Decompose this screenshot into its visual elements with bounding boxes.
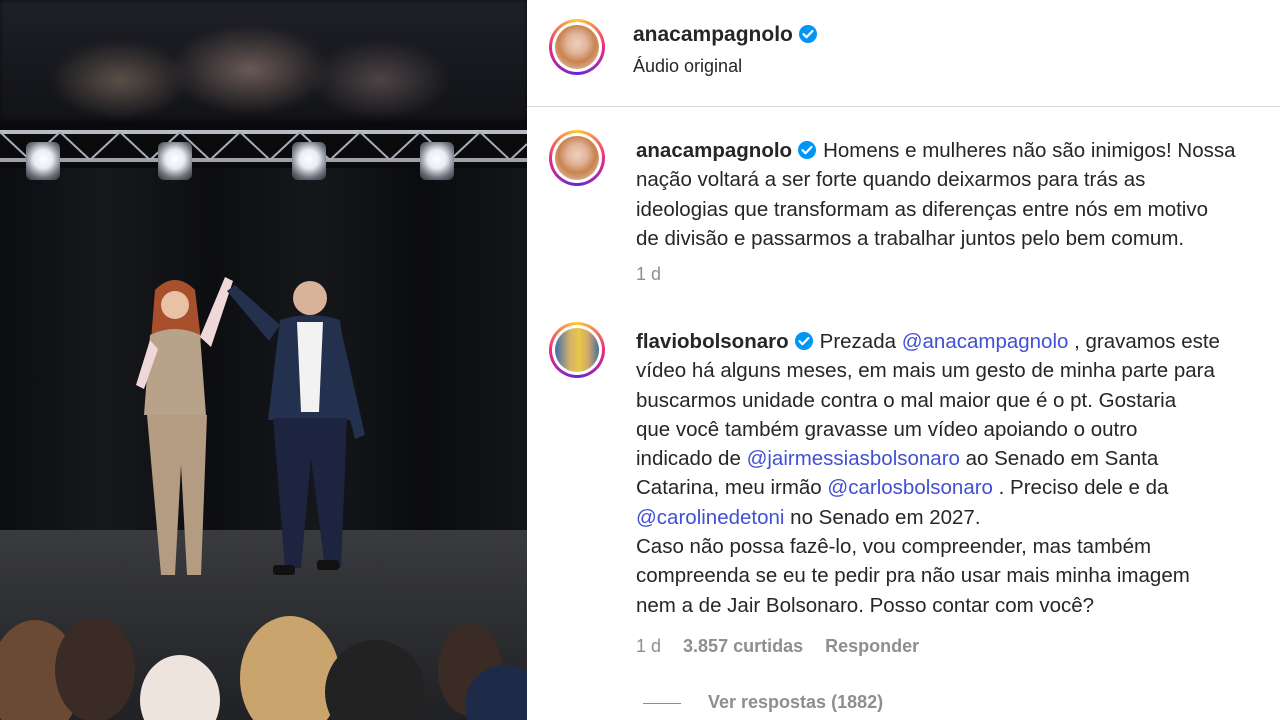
- comment-text: Prezada: [819, 330, 902, 353]
- comment-text-line: buscarmos unidade contra o mal maior que…: [636, 388, 1177, 412]
- comment-text-line: Caso não possa fazê-lo, vou compreender,…: [636, 535, 1152, 559]
- audio-label[interactable]: Áudio original: [633, 56, 742, 77]
- comment-text-line: que você também gravasse um vídeo apoian…: [636, 417, 1138, 441]
- comment-text: indicado de: [636, 447, 747, 471]
- likes-count[interactable]: 3.857 curtidas: [683, 636, 803, 656]
- reply-button[interactable]: Responder: [825, 636, 919, 656]
- comment-username[interactable]: anacampagnolo: [636, 139, 792, 162]
- verified-badge-icon: [794, 332, 813, 350]
- woman-figure: [136, 277, 233, 575]
- comment-time[interactable]: 1 d: [636, 636, 661, 656]
- verified-badge-icon: [798, 25, 817, 43]
- verified-badge-icon: [798, 141, 817, 159]
- comment-text: . Preciso dele e da: [992, 476, 1169, 500]
- mention-link[interactable]: @jairmessiasbolsonaro: [747, 447, 960, 470]
- comment-text-line: vídeo há alguns meses, em mais um gesto …: [636, 359, 1215, 383]
- comment-text-line: Homens e mulheres não são inimigos! Noss…: [823, 139, 1236, 162]
- blurred-background: [0, 0, 527, 120]
- stage-light: [26, 142, 60, 180]
- comment-text: , gravamos este: [1068, 330, 1220, 353]
- stage-light: [420, 142, 454, 180]
- view-replies-button[interactable]: Ver respostas (1882): [708, 692, 883, 713]
- stage-light: [158, 142, 192, 180]
- comment-meta: 1 d: [636, 264, 661, 285]
- header-username[interactable]: anacampagnolo: [633, 23, 818, 47]
- comment-text: Catarina, meu irmão: [636, 476, 828, 500]
- audience: [0, 616, 527, 720]
- comment-avatar[interactable]: [549, 322, 605, 378]
- comment-meta: 1 d 3.857 curtidas Responder: [636, 636, 919, 657]
- view-replies-line: [643, 703, 681, 704]
- reply-comment: flaviobolsonaro Prezada @anacampagnolo , …: [636, 327, 1220, 620]
- header-divider: [527, 106, 1280, 107]
- comment-text: no Senado em 2027.: [784, 505, 981, 529]
- mention-link[interactable]: @carolinedetoni: [636, 506, 784, 529]
- comment-text-line: ideologias que transformam as diferenças…: [636, 197, 1209, 221]
- comment-text-line: nação voltará a ser forte quando deixarm…: [636, 168, 1146, 192]
- header-avatar[interactable]: [549, 19, 605, 75]
- stage-light: [292, 142, 326, 180]
- caption-comment: anacampagnolo Homens e mulheres não são i…: [636, 136, 1236, 253]
- mention-link[interactable]: @carlosbolsonaro: [827, 476, 993, 499]
- comment-avatar[interactable]: [549, 130, 605, 186]
- comment-username[interactable]: flaviobolsonaro: [636, 330, 789, 353]
- comment-text: ao Senado em Santa: [959, 447, 1159, 471]
- video-frame[interactable]: [0, 0, 527, 720]
- comment-text-line: nem a de Jair Bolsonaro. Posso contar co…: [636, 593, 1095, 617]
- post-details-panel: anacampagnolo Áudio original anacampagno…: [527, 0, 1280, 720]
- comment-text-line: de divisão e passarmos a trabalhar junto…: [636, 226, 1185, 250]
- mention-link[interactable]: @anacampagnolo: [902, 330, 1069, 353]
- man-figure: [227, 281, 365, 575]
- comment-text-line: compreenda se eu te pedir pra não usar m…: [636, 564, 1190, 588]
- comment-time[interactable]: 1 d: [636, 264, 661, 284]
